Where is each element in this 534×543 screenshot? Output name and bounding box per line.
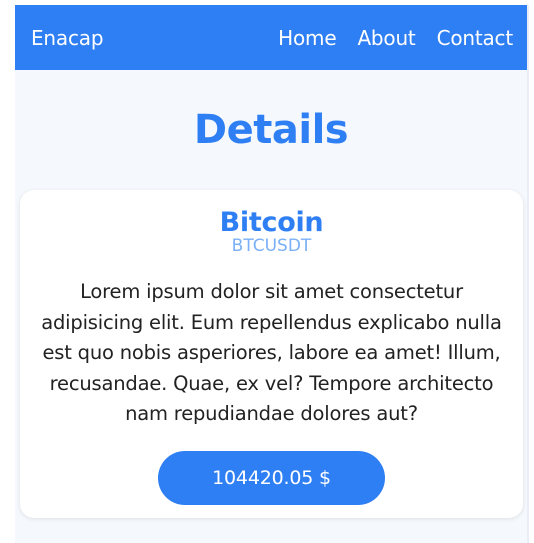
nav-link-contact[interactable]: Contact (437, 26, 514, 50)
coin-symbol: BTCUSDT (231, 236, 312, 256)
nav-links: Home About Contact (278, 26, 513, 50)
nav-link-about[interactable]: About (357, 26, 415, 50)
page: Enacap Home About Contact Details Bitcoi… (0, 0, 534, 543)
app-frame: Enacap Home About Contact Details Bitcoi… (15, 5, 529, 543)
navbar: Enacap Home About Contact (15, 5, 527, 70)
coin-card: Bitcoin BTCUSDT Lorem ipsum dolor sit am… (20, 190, 523, 518)
price-button[interactable]: 104420.05 $ (158, 451, 385, 505)
coin-name: Bitcoin (219, 207, 324, 238)
coin-description: Lorem ipsum dolor sit amet consectetur a… (41, 280, 502, 425)
page-title: Details (193, 107, 349, 153)
brand-link[interactable]: Enacap (31, 26, 104, 50)
nav-link-home[interactable]: Home (278, 26, 336, 50)
